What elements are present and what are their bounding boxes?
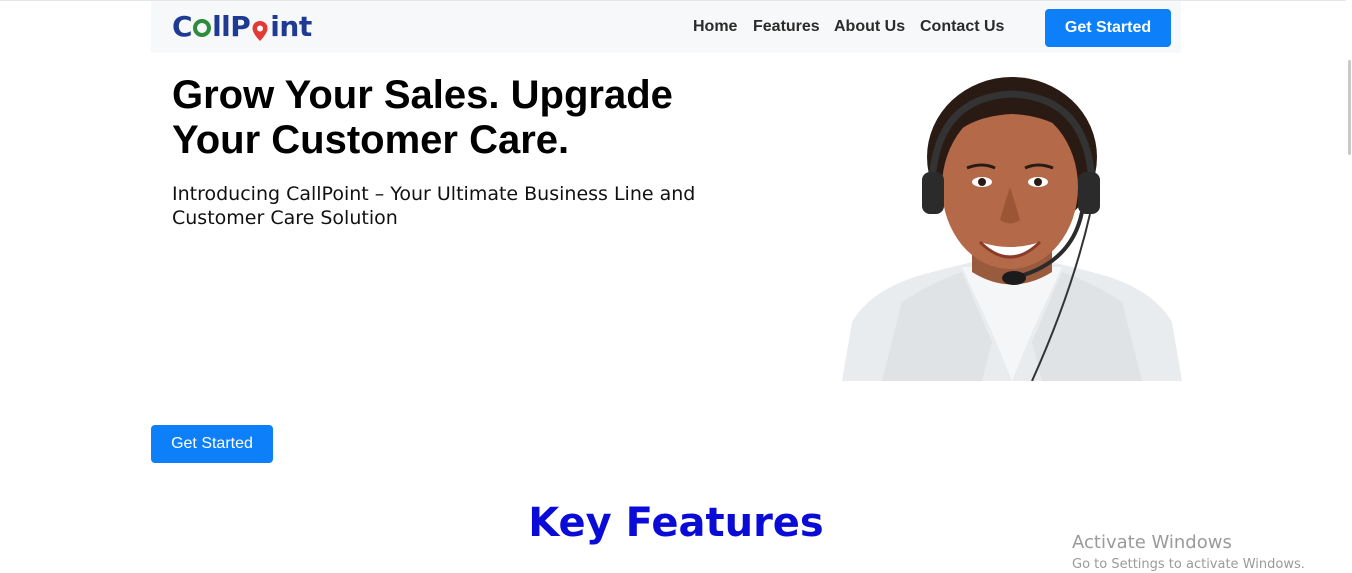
hero-title: Grow Your Sales. Upgrade Your Customer C…	[172, 73, 673, 162]
hero-get-started-button[interactable]: Get Started	[151, 425, 273, 463]
logo-letters-int: int	[270, 9, 312, 43]
nav-get-started-button[interactable]: Get Started	[1045, 9, 1171, 47]
agent-portrait-illustration	[842, 77, 1182, 381]
windows-watermark-subtitle: Go to Settings to activate Windows.	[1072, 557, 1305, 572]
windows-watermark-title: Activate Windows	[1072, 532, 1232, 553]
hero-image	[842, 72, 1182, 381]
nav-item-contact-us[interactable]: Contact Us	[920, 18, 1004, 36]
location-pin-icon	[251, 16, 269, 41]
logo[interactable]: C ll P int	[172, 8, 312, 44]
nav-item-home[interactable]: Home	[693, 18, 737, 36]
logo-letters-ll: ll	[212, 9, 231, 43]
hero-subtitle: Introducing CallPoint – Your Ultimate Bu…	[172, 183, 696, 229]
vertical-scrollbar-thumb[interactable]	[1348, 60, 1351, 155]
logo-ring-icon	[193, 19, 212, 37]
nav-item-features[interactable]: Features	[753, 18, 820, 36]
logo-letter-c: C	[172, 9, 193, 43]
logo-letter-p: P	[230, 9, 251, 43]
nav-item-about-us[interactable]: About Us	[834, 18, 905, 36]
